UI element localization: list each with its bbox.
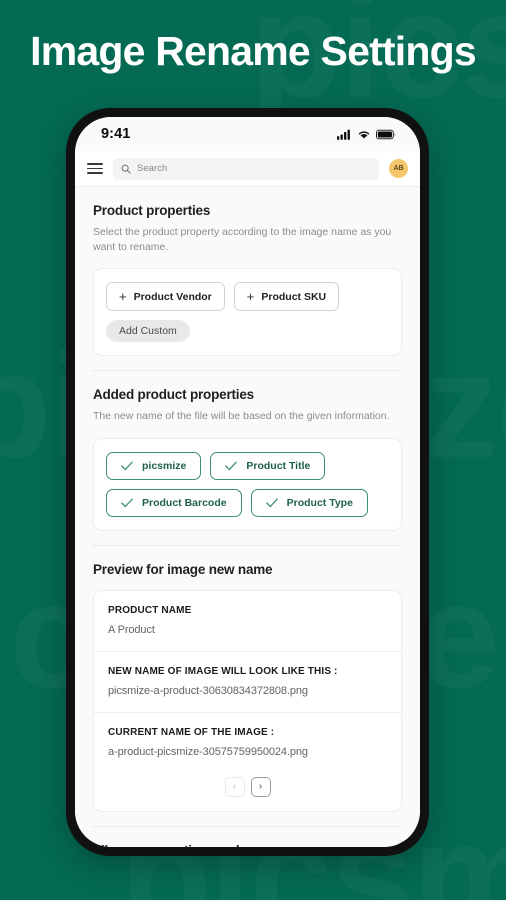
check-icon	[265, 498, 278, 507]
check-icon	[121, 498, 133, 507]
section-preview: Preview for image new name PRODUCT NAME …	[93, 544, 402, 826]
wifi-icon	[358, 130, 370, 139]
phone-frame: 9:41 Search AB Product properties Select…	[66, 108, 429, 856]
added-properties-chip-row: picsmize Product Title Product Barcode P…	[106, 451, 389, 517]
plus-icon: +	[119, 289, 127, 305]
preview-value: A Product	[108, 623, 155, 636]
pagination-next-button[interactable]: ›	[250, 776, 271, 797]
add-custom-button[interactable]: Add Custom	[106, 320, 190, 343]
section-description: Select the product property according to…	[93, 226, 392, 254]
battery-icon	[376, 129, 396, 139]
settings-content: Product properties Select the product pr…	[75, 187, 420, 847]
plus-icon: +	[246, 289, 255, 305]
section-added-properties: Added product properties The new name of…	[93, 370, 402, 544]
preview-row: NEW NAME OF IMAGE WILL LOOK LIKE THIS : …	[94, 650, 401, 712]
app-bar: Search AB	[75, 151, 420, 187]
section-title: Product properties	[93, 203, 211, 218]
button-label: Product SKU	[261, 290, 327, 303]
add-property-button-row: + Product Vendor + Product SKU	[106, 282, 389, 312]
added-property-chip[interactable]: Product Title	[210, 451, 326, 480]
status-time: 9:41	[101, 126, 131, 142]
search-input[interactable]: Search	[113, 157, 379, 180]
search-icon	[121, 164, 131, 174]
section-title: Added product properties	[93, 387, 254, 403]
add-product-vendor-button[interactable]: + Product Vendor	[106, 282, 225, 312]
search-placeholder: Search	[137, 163, 168, 174]
chip-label: Product Type	[286, 496, 353, 509]
page-title: Image Rename Settings	[30, 28, 477, 74]
chip-label: Product Barcode	[142, 496, 227, 509]
preview-pagination: ‹ ›	[94, 773, 401, 811]
preview-label: CURRENT NAME OF THE IMAGE :	[108, 726, 275, 738]
added-property-chip[interactable]: Product Barcode	[106, 488, 242, 517]
preview-row: PRODUCT NAME A Product	[94, 591, 401, 651]
avatar[interactable]: AB	[389, 159, 408, 178]
preview-value: a-product-picsmize-30575759950024.png	[108, 745, 308, 758]
preview-card: PRODUCT NAME A Product NEW NAME OF IMAGE…	[93, 589, 402, 812]
hamburger-menu-icon[interactable]	[87, 163, 103, 174]
product-properties-card: + Product Vendor + Product SKU Add Custo…	[93, 268, 402, 357]
button-label: Product Vendor	[133, 290, 212, 303]
status-icons	[337, 129, 396, 140]
check-icon	[121, 461, 133, 470]
section-description: The new name of the file will be based o…	[93, 410, 390, 423]
added-property-chip[interactable]: picsmize	[106, 451, 202, 480]
chip-label: picsmize	[142, 459, 187, 472]
pagination-prev-button[interactable]: ‹	[224, 776, 245, 797]
added-properties-card: picsmize Product Title Product Barcode P…	[93, 437, 402, 531]
preview-label: NEW NAME OF IMAGE WILL LOOK LIKE THIS :	[108, 665, 338, 677]
preview-value: picsmize-a-product-30630834372808.png	[108, 684, 308, 697]
preview-row: CURRENT NAME OF THE IMAGE : a-product-pi…	[94, 711, 401, 773]
section-title: Preview for image new name	[93, 561, 273, 577]
check-icon	[225, 461, 238, 470]
preview-label: PRODUCT NAME	[108, 604, 192, 616]
added-property-chip[interactable]: Product Type	[250, 488, 368, 517]
chip-label: Product Title	[246, 459, 311, 472]
status-bar: 9:41	[75, 117, 420, 151]
add-product-sku-button[interactable]: + Product SKU	[233, 282, 340, 312]
phone-screen: 9:41 Search AB Product properties Select…	[75, 117, 420, 847]
section-product-properties: Product properties Select the product pr…	[93, 187, 402, 370]
section-title: File rename action mode	[93, 843, 402, 847]
cellular-signal-icon	[337, 129, 350, 140]
section-file-rename-action-mode: File rename action mode	[93, 825, 402, 847]
